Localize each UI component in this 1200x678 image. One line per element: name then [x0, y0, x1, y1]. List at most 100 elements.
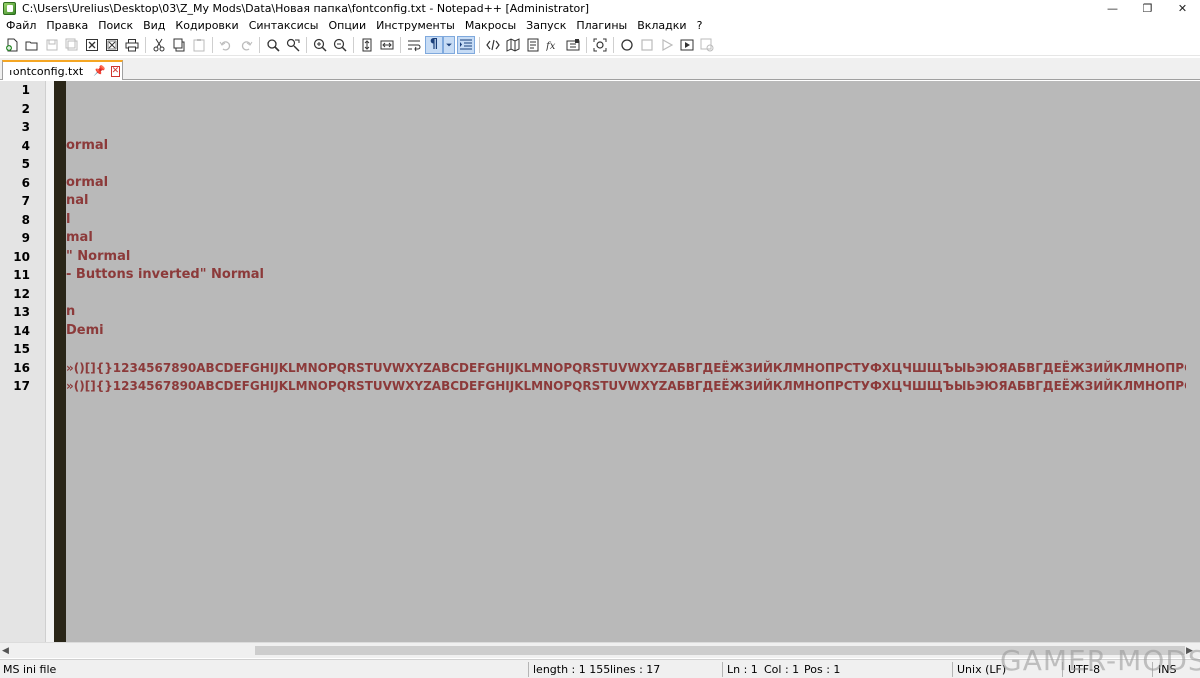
- line-number: 2: [21, 101, 30, 116]
- code-line[interactable]: ormal: [66, 174, 108, 192]
- play-macro-icon[interactable]: [658, 36, 676, 54]
- line-number: 7: [21, 194, 30, 208]
- fold-margin[interactable]: [54, 81, 66, 642]
- save-all-icon[interactable]: [63, 36, 81, 54]
- menu-plugins[interactable]: Плагины: [574, 19, 635, 32]
- close-window-button[interactable]: ✕: [1165, 0, 1200, 17]
- folder-workspace-icon[interactable]: [564, 36, 582, 54]
- indent-guide-dropdown-icon[interactable]: [443, 35, 455, 54]
- paste-icon[interactable]: [190, 36, 208, 54]
- fx-icon[interactable]: fx: [544, 36, 562, 54]
- code-line[interactable]: »()[]{}1234567890ABCDEFGHIJKLMNOPQRSTUVW…: [66, 377, 1186, 395]
- scroll-right-arrow-icon[interactable]: ▶: [1186, 646, 1196, 656]
- toolbar-separator: [259, 36, 260, 53]
- toolbar-separator: [479, 36, 480, 53]
- window-title: C:\Users\Urelius\Desktop\03\Z_My Mods\Da…: [22, 2, 590, 15]
- toolbar-separator: [145, 36, 146, 53]
- status-insert-mode: INS: [1158, 663, 1177, 676]
- find-icon[interactable]: [264, 36, 282, 54]
- open-file-icon[interactable]: [23, 36, 41, 54]
- print-icon[interactable]: [123, 36, 141, 54]
- menu-language[interactable]: Синтаксисы: [247, 19, 327, 32]
- code-line[interactable]: n: [66, 303, 75, 321]
- sync-horizontal-icon[interactable]: [378, 36, 396, 54]
- menu-help[interactable]: ?: [695, 19, 711, 32]
- menu-bar: Файл Правка Поиск Вид Кодировки Синтакси…: [0, 17, 1200, 34]
- code-line[interactable]: nal: [66, 192, 88, 210]
- code-line[interactable]: Demi: [66, 322, 104, 340]
- line-number: 5: [21, 157, 30, 171]
- menu-view[interactable]: Вид: [141, 19, 173, 32]
- menu-edit[interactable]: Правка: [44, 19, 96, 32]
- restore-button[interactable]: ❐: [1130, 0, 1165, 17]
- tab-bar: fontconfig.txt 📌 ✕: [0, 58, 1200, 80]
- code-line[interactable]: »()[]{}1234567890ABCDEFGHIJKLMNOPQRSTUVW…: [66, 359, 1186, 377]
- menu-window[interactable]: Вкладки: [635, 19, 694, 32]
- toolbar-separator: [212, 36, 213, 53]
- menu-file[interactable]: Файл: [4, 19, 44, 32]
- line-number: 3: [21, 120, 30, 134]
- pilcrow-glyph: ¶: [429, 36, 439, 52]
- status-divider: [1152, 662, 1153, 677]
- svg-text:fx: fx: [546, 41, 556, 52]
- sync-vertical-icon[interactable]: [358, 36, 376, 54]
- tab-fontconfig[interactable]: fontconfig.txt 📌 ✕: [2, 60, 123, 80]
- replace-icon[interactable]: [284, 36, 302, 54]
- status-divider: [722, 662, 723, 677]
- menu-search[interactable]: Поиск: [96, 19, 141, 32]
- toolbar-separator: [400, 36, 401, 53]
- indent-guide-icon[interactable]: [457, 35, 475, 54]
- toolbar-separator: [586, 36, 587, 53]
- save-icon[interactable]: [43, 36, 61, 54]
- menu-tools[interactable]: Инструменты: [374, 19, 463, 32]
- status-divider: [1062, 662, 1063, 677]
- status-file-type: MS ini file: [3, 663, 57, 676]
- code-line[interactable]: - Buttons inverted" Normal: [66, 266, 264, 284]
- line-number: 10: [13, 249, 30, 264]
- record-macro-icon[interactable]: [618, 36, 636, 54]
- pin-icon[interactable]: 📌: [93, 66, 105, 77]
- new-file-icon[interactable]: [3, 36, 21, 54]
- scrollbar-thumb[interactable]: [255, 646, 1185, 655]
- code-line[interactable]: ormal: [66, 137, 108, 155]
- show-all-characters-icon[interactable]: ¶: [425, 35, 443, 54]
- menu-macro[interactable]: Макросы: [463, 19, 524, 32]
- function-list-icon[interactable]: [524, 36, 542, 54]
- menu-encoding[interactable]: Кодировки: [173, 19, 246, 32]
- minimize-button[interactable]: —: [1095, 0, 1130, 17]
- line-number: 16: [13, 360, 30, 375]
- close-all-icon[interactable]: [103, 36, 121, 54]
- code-line[interactable]: mal: [66, 229, 93, 247]
- tab-close-icon[interactable]: ✕: [110, 65, 121, 77]
- notepadpp-app-icon[interactable]: [3, 2, 16, 15]
- zoom-out-icon[interactable]: [331, 36, 349, 54]
- word-wrap-icon[interactable]: [405, 36, 423, 54]
- code-line[interactable]: l: [66, 211, 70, 229]
- xml-tag-icon[interactable]: [484, 36, 502, 54]
- stop-macro-icon[interactable]: [638, 36, 656, 54]
- run-macro-multiple-icon[interactable]: [678, 36, 696, 54]
- save-macro-icon[interactable]: [698, 36, 716, 54]
- editor-area[interactable]: 1 2 3 4 5 6 7 8 9 10 11 12 13 14 15 16 1…: [0, 81, 1200, 642]
- undo-icon[interactable]: [217, 36, 235, 54]
- scroll-left-arrow-icon[interactable]: ◀: [2, 646, 12, 656]
- document-map-icon[interactable]: [504, 36, 522, 54]
- copy-icon[interactable]: [170, 36, 188, 54]
- redo-icon[interactable]: [237, 36, 255, 54]
- line-number: 14: [13, 323, 30, 338]
- bookmark-margin[interactable]: [46, 81, 54, 642]
- code-line[interactable]: " Normal: [66, 248, 130, 266]
- toolbar: ¶ fx: [0, 34, 1200, 56]
- close-icon[interactable]: [83, 36, 101, 54]
- menu-run[interactable]: Запуск: [524, 19, 574, 32]
- zoom-in-icon[interactable]: [311, 36, 329, 54]
- line-number-gutter: 1 2 3 4 5 6 7 8 9 10 11 12 13 14 15 16 1…: [0, 81, 46, 642]
- window-controls: — ❐ ✕: [1095, 0, 1200, 17]
- status-col: Col : 1: [764, 663, 800, 676]
- horizontal-scrollbar[interactable]: ◀ ▶: [0, 642, 1200, 658]
- line-number: 15: [13, 342, 30, 356]
- tab-label: fontconfig.txt: [9, 64, 84, 78]
- menu-settings[interactable]: Опции: [326, 19, 374, 32]
- cut-icon[interactable]: [150, 36, 168, 54]
- monitoring-icon[interactable]: [591, 36, 609, 54]
